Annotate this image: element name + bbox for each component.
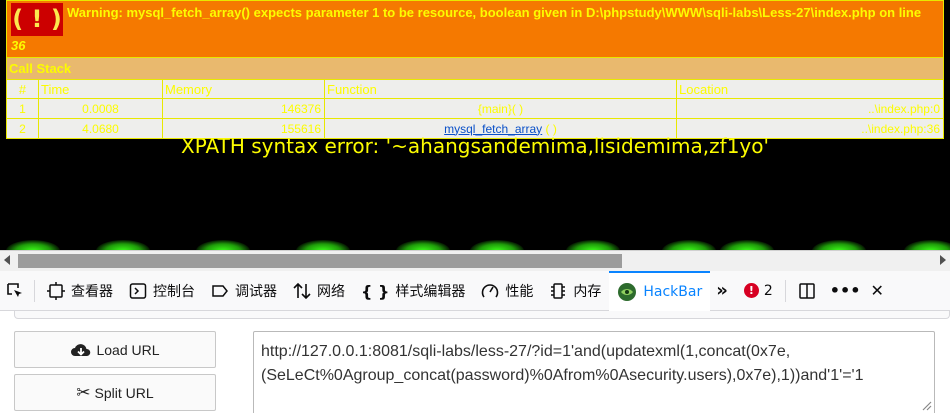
split-url-label: Split URL	[94, 384, 154, 401]
error-count-badge[interactable]: ! 2	[743, 282, 773, 299]
tab-debugger[interactable]: 调试器	[203, 271, 285, 311]
page-content: ( ! ) Warning: mysql_fetch_array() expect…	[0, 0, 950, 250]
col-memory: Memory	[162, 79, 325, 99]
table-row: 1 0.0008 146376 {main}( ) ..\index.php:0	[6, 98, 944, 119]
tab-label: 网络	[317, 283, 345, 300]
tab-label: 样式编辑器	[395, 283, 466, 300]
tab-label: 查看器	[71, 283, 113, 300]
tab-performance[interactable]: 性能	[473, 271, 541, 311]
scissors-icon: ✂	[76, 382, 91, 403]
row-num: 1	[6, 98, 39, 119]
memory-icon	[551, 282, 566, 299]
row-time: 0.0008	[38, 98, 163, 119]
load-url-button[interactable]: Load URL	[14, 331, 216, 368]
tab-network[interactable]: 网络	[285, 271, 353, 311]
col-time: Time	[38, 79, 163, 99]
warning-text: Warning: mysql_fetch_array() expects par…	[67, 5, 922, 20]
row-function: {main}( )	[324, 98, 677, 119]
warning-icon: ( ! )	[11, 3, 63, 36]
tab-label: HackBar	[643, 283, 703, 300]
debugger-icon	[212, 284, 228, 297]
error-icon: !	[743, 283, 759, 298]
scroll-left-icon[interactable]	[4, 255, 10, 265]
col-function: Function	[324, 79, 677, 99]
tab-label: 调试器	[235, 283, 277, 300]
row-location: ..\index.php:0	[676, 98, 944, 119]
element-picker-icon	[7, 282, 22, 297]
devtools-toolbar: 查看器 控制台 调试器 网络 { } 样式编辑器 性能 内存 HackBar »…	[0, 270, 950, 311]
xpath-error-message: XPATH syntax error: '~ahangsandemima,lis…	[181, 134, 769, 158]
tab-hackbar[interactable]: HackBar	[609, 270, 711, 311]
error-count: 2	[763, 282, 773, 299]
green-glow-decoration	[0, 232, 950, 250]
network-icon	[293, 282, 311, 299]
col-num: #	[6, 79, 39, 99]
element-picker-button[interactable]	[0, 271, 30, 311]
tab-label: 内存	[573, 283, 602, 300]
tab-memory[interactable]: 内存	[541, 271, 609, 311]
dock-toggle-button[interactable]	[790, 271, 824, 311]
hackbar-top-border	[14, 311, 950, 319]
dock-side-icon	[799, 282, 815, 299]
call-stack-header: # Time Memory Function Location	[6, 79, 944, 99]
warning-row: ( ! ) Warning: mysql_fetch_array() expect…	[6, 0, 944, 58]
tab-style-editor[interactable]: { } 样式编辑器	[353, 271, 473, 311]
split-url-button[interactable]: ✂ Split URL	[14, 374, 216, 411]
inspector-icon	[47, 281, 65, 300]
row-memory: 146376	[162, 98, 325, 119]
warning-line: 36	[11, 38, 26, 53]
tab-label: 性能	[505, 283, 534, 300]
more-tools-chevron-icon[interactable]: »	[710, 271, 734, 311]
style-editor-icon: { }	[361, 281, 390, 301]
load-url-label: Load URL	[96, 341, 160, 358]
tab-inspector[interactable]: 查看器	[39, 271, 121, 311]
xdebug-error-table: ( ! ) Warning: mysql_fetch_array() expect…	[6, 0, 944, 139]
call-stack-title: Call Stack	[6, 57, 944, 80]
resize-grip-icon[interactable]	[920, 399, 932, 411]
performance-icon	[482, 283, 499, 297]
col-location: Location	[676, 79, 944, 99]
tab-console[interactable]: 控制台	[121, 271, 203, 311]
hackbar-panel: Load URL ✂ Split URL http://127.0.0.1:80…	[0, 311, 950, 413]
scrollbar-thumb[interactable]	[18, 254, 622, 268]
close-icon[interactable]: ✕	[866, 271, 887, 311]
scroll-right-icon[interactable]	[940, 255, 946, 265]
tab-label: 控制台	[153, 283, 195, 300]
horizontal-scrollbar[interactable]	[0, 250, 950, 271]
options-menu-icon[interactable]: •••	[824, 271, 867, 311]
cloud-download-icon	[71, 343, 91, 356]
hackbar-icon	[618, 282, 637, 301]
console-icon	[129, 282, 147, 299]
url-textarea[interactable]: http://127.0.0.1:8081/sqli-labs/less-27/…	[253, 331, 935, 413]
